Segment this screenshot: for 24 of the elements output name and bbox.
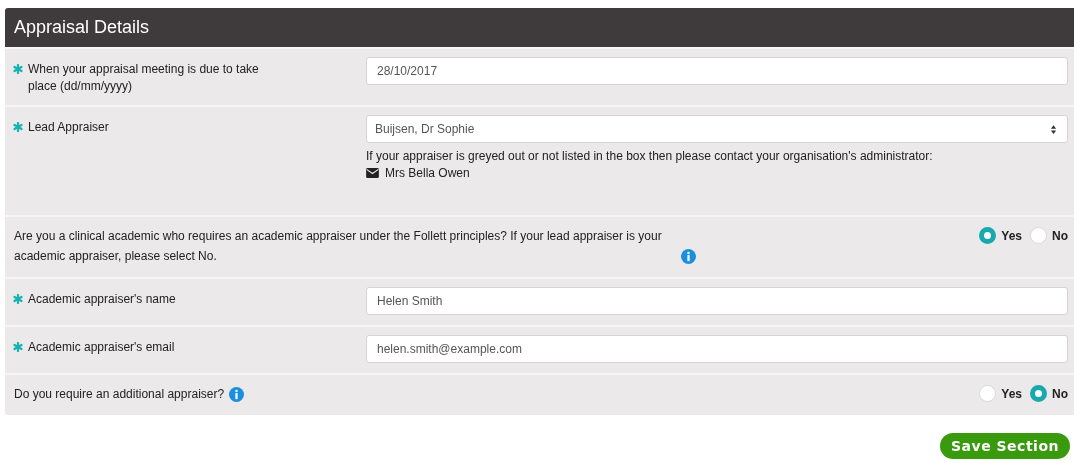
question-text: Are you a clinical academic who requires an academic appraiser under the Follett principles? If your lead appraiser is your academic appraiser, please select No. xyxy=(14,228,663,265)
select-field[interactable]: Buijsen, Dr Sophie xyxy=(366,115,1068,143)
info-icon[interactable] xyxy=(681,249,696,264)
envelope-icon xyxy=(366,168,379,178)
info-icon[interactable] xyxy=(229,387,245,402)
radio-label[interactable]: No xyxy=(1052,228,1068,243)
radio-button[interactable] xyxy=(979,227,997,244)
field-label: When your appraisal meeting is due to take place (dd/mm/yyyy) xyxy=(28,61,260,95)
contact-name[interactable]: Mrs Bella Owen xyxy=(385,166,470,180)
radio-label[interactable]: No xyxy=(1052,386,1068,401)
panel-title: Appraisal Details xyxy=(14,17,150,38)
input-field[interactable]: 28/10/2017 xyxy=(366,57,1068,85)
save-section-button[interactable]: Save Section xyxy=(940,433,1070,459)
radio-label[interactable]: Yes xyxy=(1001,386,1022,401)
updown-arrows-icon xyxy=(1050,123,1057,135)
radio-button[interactable] xyxy=(1030,385,1047,402)
question-text: Do you require an additional appraiser? xyxy=(14,386,225,403)
field-label: Academic appraiser's name xyxy=(28,291,177,308)
radio-label[interactable]: Yes xyxy=(1001,228,1022,243)
help-text: If your appraiser is greyed out or not listed in the box then please contact your organisation's administrator: xyxy=(366,149,934,163)
field-label: Academic appraiser's email xyxy=(28,339,176,356)
input-field[interactable]: Helen Smith xyxy=(366,287,1068,315)
input-field[interactable]: helen.smith@example.com xyxy=(366,335,1068,363)
field-label: Lead Appraiser xyxy=(28,119,110,136)
